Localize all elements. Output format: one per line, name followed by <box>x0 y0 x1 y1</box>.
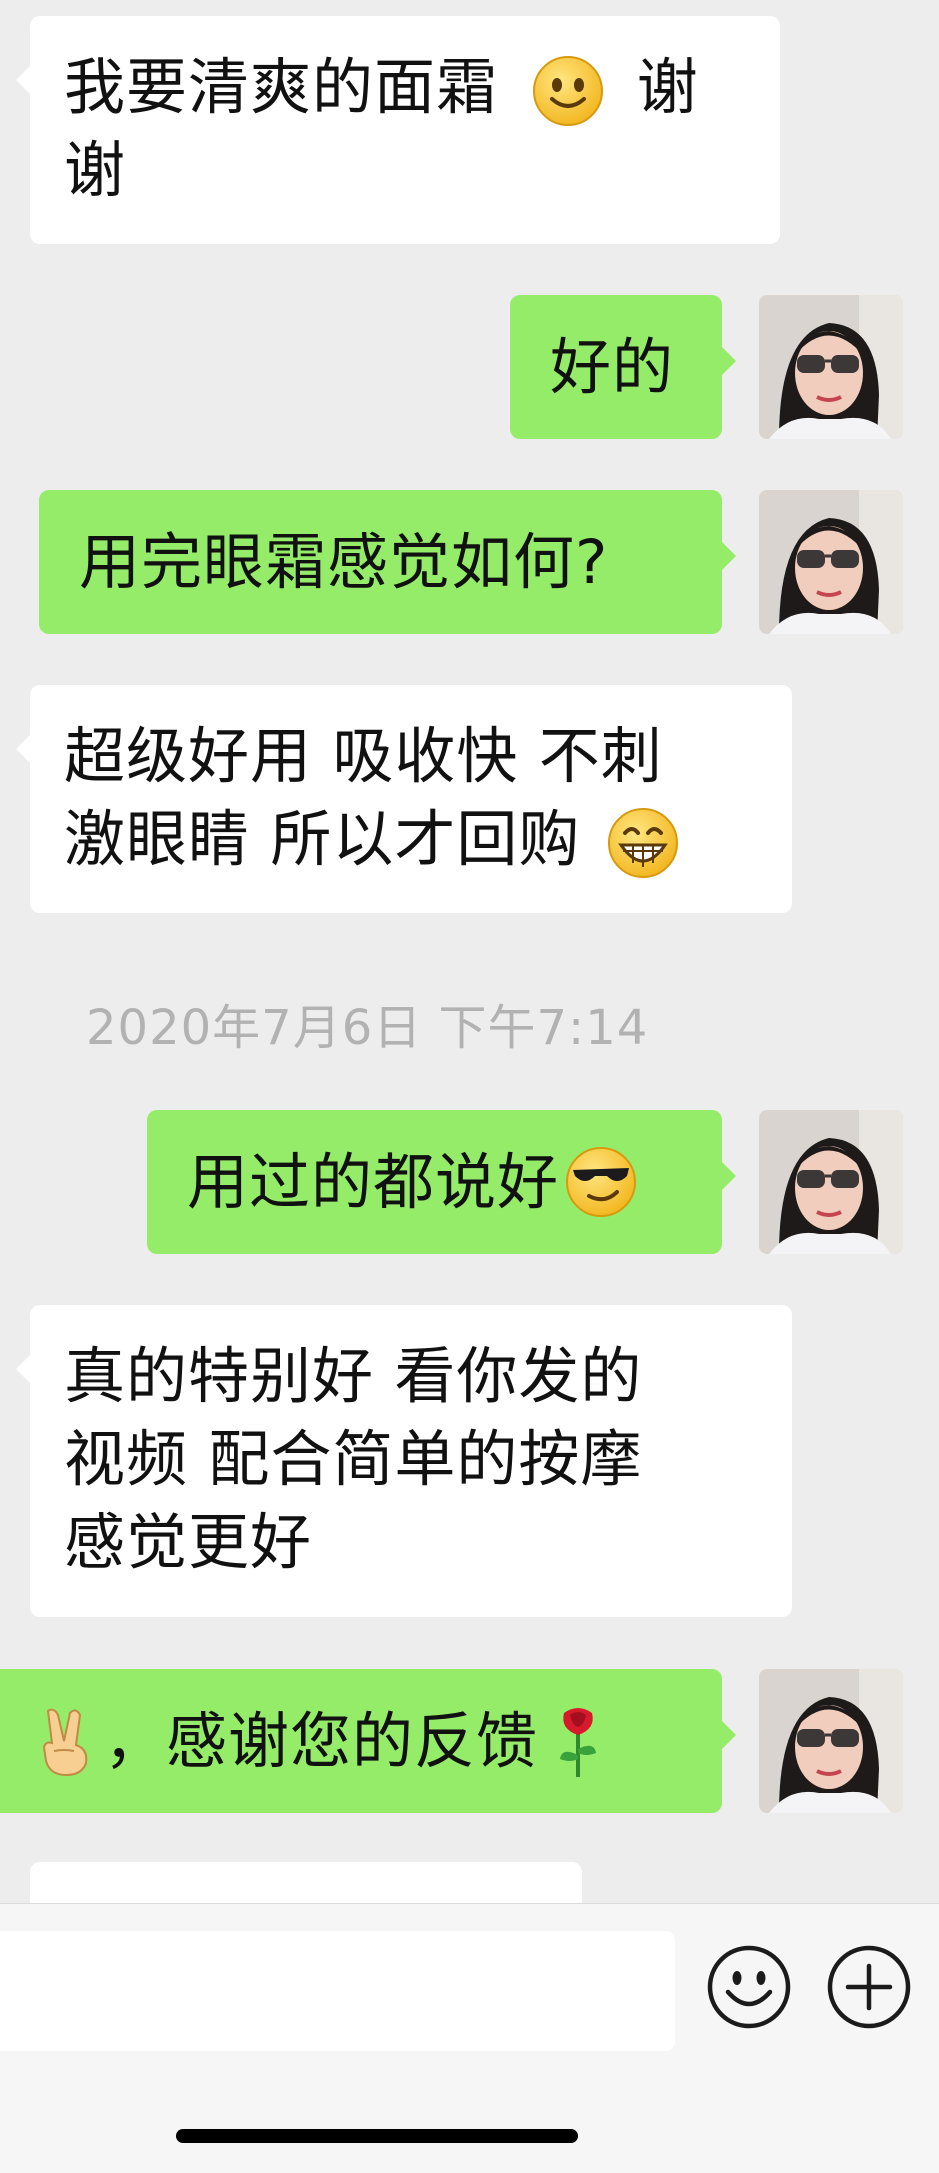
message-text: 激眼睛 所以才回购 <box>64 804 581 875</box>
message-input-bar <box>0 1903 939 2173</box>
message-text: 感觉更好 <box>64 1507 313 1578</box>
message-input[interactable] <box>0 1931 675 2051</box>
avatar-photo <box>759 295 903 439</box>
outgoing-message-bubble[interactable]: ，感谢您的反馈 <box>0 1669 736 1813</box>
outgoing-message-bubble[interactable]: 好的 <box>510 295 736 439</box>
message-timestamp: 2020年7月6日 下午7:14 <box>86 1000 649 1056</box>
outgoing-message-bubble[interactable]: 用完眼霜感觉如何? <box>39 490 736 634</box>
chat-message-list[interactable]: 我要清爽的面霜 谢 谢 好的 用完眼霜感觉如何? 超级好用 吸收快 不刺 激眼睛… <box>0 0 939 1903</box>
message-text: 视频 配合简单的按摩 <box>64 1424 643 1495</box>
avatar[interactable] <box>759 490 903 634</box>
avatar-photo <box>759 490 903 634</box>
message-text: 我要清爽的面霜 <box>64 52 499 123</box>
message-line: 我要清爽的面霜 谢 <box>64 46 746 129</box>
home-indicator[interactable] <box>176 2129 578 2143</box>
incoming-message-bubble[interactable]: 我要清爽的面霜 谢 谢 <box>16 16 780 244</box>
message-text: 谢 <box>636 52 699 123</box>
message-line: 激眼睛 所以才回购 <box>64 798 758 881</box>
message-text: 用过的都说好 <box>187 1146 560 1218</box>
incoming-message-bubble[interactable]: 超级好用 吸收快 不刺 激眼睛 所以才回购 <box>16 685 792 913</box>
sunglasses-emoji-icon <box>566 1147 637 1217</box>
outgoing-message-bubble[interactable]: 用过的都说好 <box>147 1110 736 1254</box>
avatar-photo <box>759 1110 903 1254</box>
plus-circle-icon[interactable] <box>826 1944 912 2030</box>
message-text: 好的 <box>550 331 675 403</box>
message-text: 真的特别好 看你发的 <box>64 1341 643 1412</box>
grin-emoji-icon <box>607 808 678 879</box>
incoming-message-bubble-partial[interactable] <box>30 1862 582 1903</box>
avatar-photo <box>759 1669 903 1813</box>
smile-emoji-icon <box>533 56 604 127</box>
rose-emoji-icon <box>560 1708 597 1777</box>
incoming-message-bubble[interactable]: 真的特别好 看你发的 视频 配合简单的按摩 感觉更好 <box>16 1305 792 1617</box>
avatar[interactable] <box>759 295 903 439</box>
message-text: 谢 <box>64 135 127 206</box>
message-text: ，感谢您的反馈 <box>104 1705 539 1777</box>
message-text: 用完眼霜感觉如何? <box>79 526 609 598</box>
avatar[interactable] <box>759 1669 903 1813</box>
smiley-face-icon[interactable] <box>706 1944 792 2030</box>
avatar[interactable] <box>759 1110 903 1254</box>
message-text: 超级好用 吸收快 不刺 <box>64 721 663 792</box>
victory-hand-emoji-icon <box>42 1708 88 1777</box>
